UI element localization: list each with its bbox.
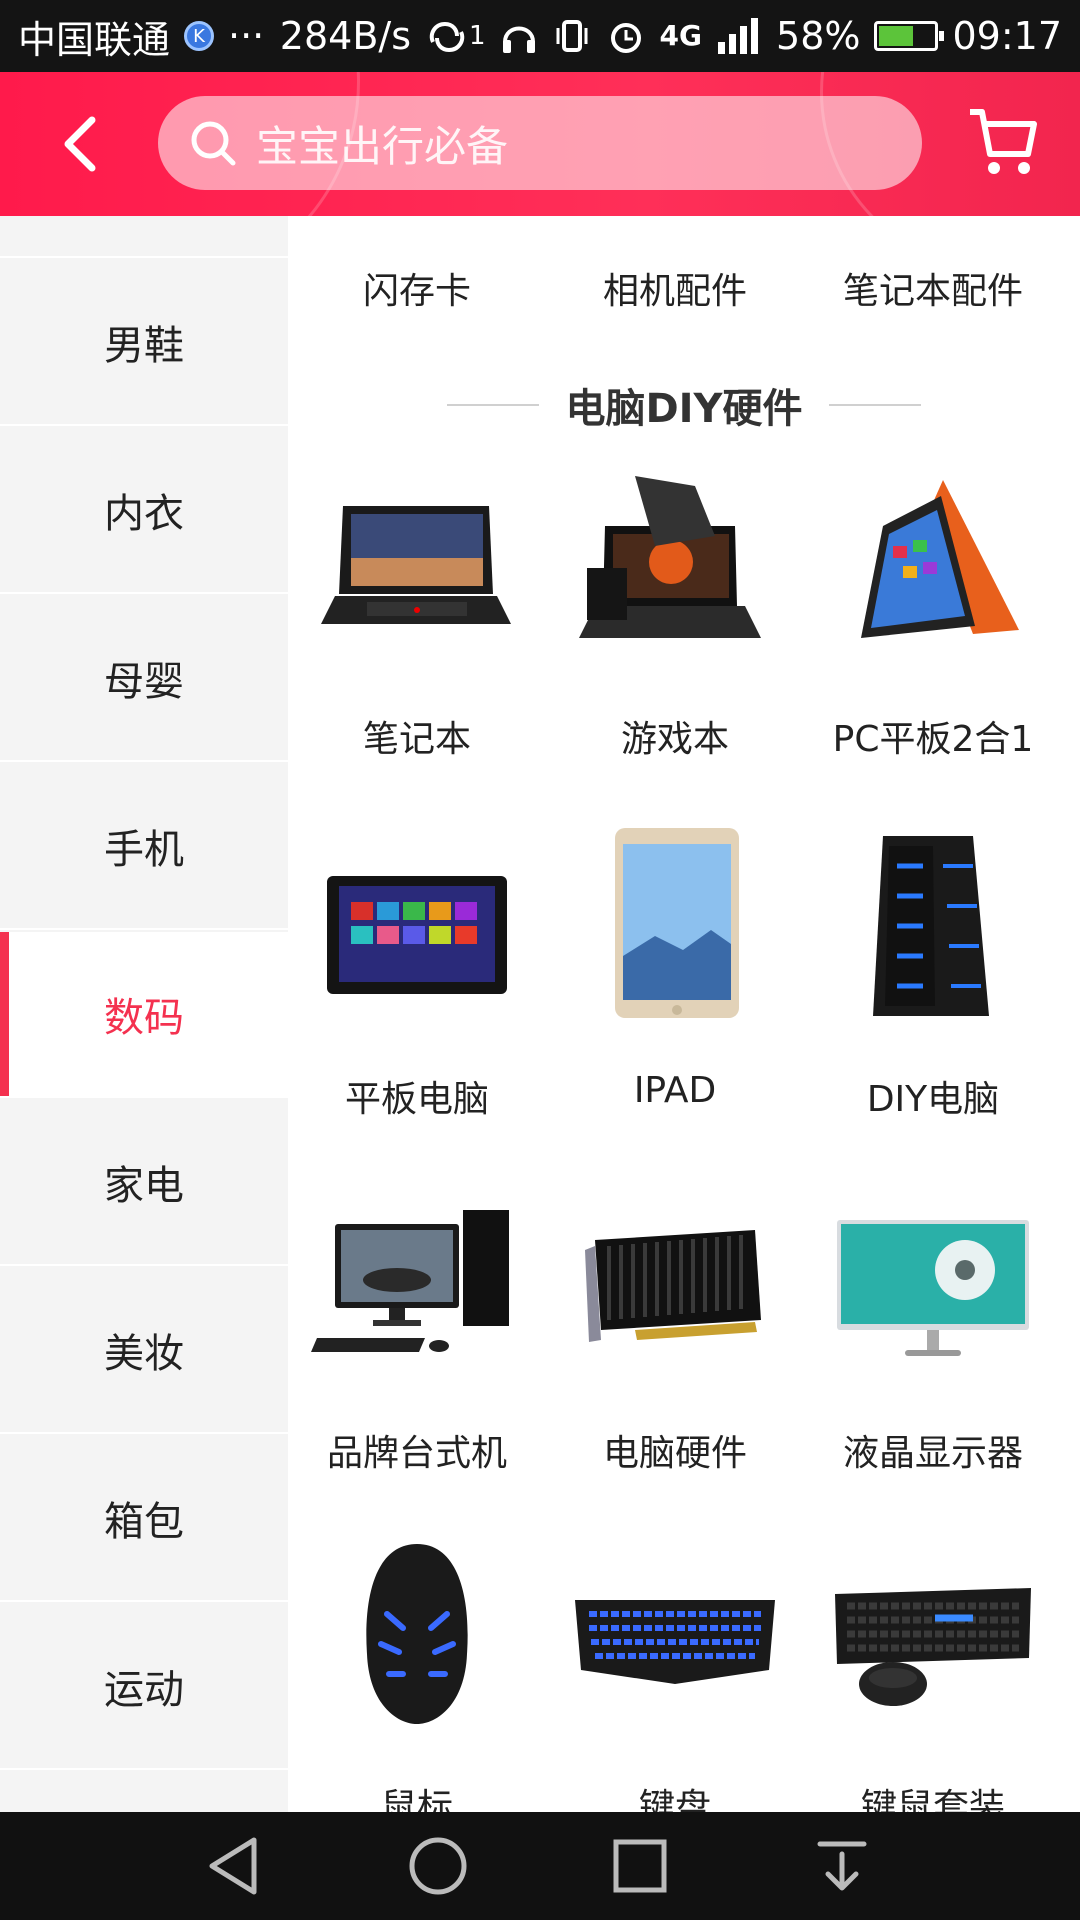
product-pc-tablet-2in1[interactable]: PC平板2合1 (804, 466, 1062, 786)
sidebar-item-baby[interactable]: 母婴 (0, 596, 288, 762)
product-label: 电脑硬件 (602, 1433, 747, 1474)
cart-button[interactable] (966, 102, 1040, 182)
sidebar-item-label: 家电 (104, 1163, 184, 1209)
product-label: 键盘 (638, 1787, 711, 1812)
sidebar-item-label: 箱包 (104, 1499, 184, 1545)
sidebar-item-digital[interactable]: 数码 (0, 932, 288, 1098)
divider (447, 404, 540, 406)
sync-icon: 1 (425, 16, 486, 56)
search-placeholder: 宝宝出行必备 (256, 121, 509, 171)
sidebar-item-beauty[interactable]: 美妆 (0, 1268, 288, 1434)
sidebar-item-label: 手机 (104, 827, 184, 873)
back-arrow-icon (64, 116, 96, 172)
product-ipad[interactable]: IPAD (546, 826, 804, 1146)
vibrate-icon (552, 16, 592, 56)
product-label: DIY电脑 (866, 1079, 1000, 1120)
subcategory-camera-accessories[interactable]: 相机配件 (546, 216, 804, 326)
section-title: 电脑DIY硬件 (565, 386, 803, 432)
gaming-laptop-image (579, 476, 761, 638)
battery-percent: 58% (776, 14, 861, 58)
category-content: 闪存卡 相机配件 笔记本配件 电脑DIY硬件 笔记本 游戏本 PC平板2合1 平… (288, 216, 1080, 1812)
sidebar-item-bags[interactable]: 箱包 (0, 1436, 288, 1602)
category-sidebar: 男鞋 内衣 母婴 手机 数码 家电 美妆 箱包 运动 (0, 216, 288, 1812)
product-label: 笔记本 (362, 719, 471, 760)
sidebar-item-label: 内衣 (104, 491, 184, 537)
product-lcd-monitor[interactable]: 液晶显示器 (804, 1180, 1062, 1500)
product-label: 键鼠套装 (860, 1787, 1005, 1812)
windows-tablet-image (327, 876, 507, 994)
network-speed: 284B/s (279, 14, 411, 58)
headphones-icon (500, 16, 538, 56)
mouse-image (366, 1544, 468, 1724)
keyboard-mouse-set-image (835, 1588, 1031, 1706)
product-diy-pc[interactable]: DIY电脑 (804, 826, 1062, 1146)
battery-icon (874, 21, 945, 51)
monitor-image (837, 1220, 1029, 1356)
sidebar-item-label: 母婴 (104, 659, 184, 705)
top-header: 宝宝出行必备 (0, 72, 1080, 216)
product-keyboard-mouse-set[interactable]: 键鼠套装 (804, 1534, 1062, 1812)
notifications-icon[interactable] (806, 1830, 878, 1902)
sidebar-item-label: 运动 (104, 1667, 184, 1713)
back-icon[interactable] (200, 1830, 272, 1902)
product-label: IPAD (633, 1070, 717, 1111)
sidebar-item-label: 数码 (104, 995, 184, 1041)
product-label: 游戏本 (620, 719, 729, 760)
sidebar-item-label: 美妆 (104, 1331, 184, 1377)
subcategory-flash-card[interactable]: 闪存卡 (288, 216, 546, 326)
search-icon (191, 121, 236, 166)
product-mouse[interactable]: 鼠标 (288, 1534, 546, 1812)
product-pc-hardware[interactable]: 电脑硬件 (546, 1180, 804, 1500)
status-bar: 中国联通 K ··· 284B/s 1 4G 58% 09:17 (0, 0, 1080, 72)
product-label: 液晶显示器 (842, 1433, 1023, 1474)
product-label: 品牌台式机 (326, 1433, 507, 1474)
product-brand-desktop[interactable]: 品牌台式机 (288, 1180, 546, 1500)
sidebar-item-appliances[interactable]: 家电 (0, 1100, 288, 1266)
more-notifications-icon: ··· (228, 14, 265, 58)
sidebar-item-underwear[interactable]: 内衣 (0, 428, 288, 594)
product-label: 平板电脑 (344, 1079, 489, 1120)
network-type: 4G (659, 19, 703, 52)
sidebar-item-partial[interactable] (0, 1772, 288, 1812)
subcategory-laptop-accessories[interactable]: 笔记本配件 (804, 216, 1062, 326)
keyboard-image (575, 1600, 775, 1684)
subcategory-label: 笔记本配件 (842, 271, 1023, 312)
desktop-pc-image (311, 1210, 509, 1352)
back-button[interactable] (52, 112, 112, 176)
sidebar-item-men-shoes[interactable]: 男鞋 (0, 260, 288, 426)
laptop-image (321, 506, 511, 624)
product-tablet[interactable]: 平板电脑 (288, 826, 546, 1146)
subcategory-label: 闪存卡 (362, 271, 471, 312)
app-badge-icon: K (184, 21, 215, 51)
carrier-name: 中国联通 (18, 17, 171, 62)
signal-icon (716, 16, 762, 56)
sidebar-item-label: 男鞋 (104, 323, 184, 369)
pc-case-image (873, 836, 989, 1016)
product-label: PC平板2合1 (832, 719, 1034, 760)
sidebar-item-partial[interactable] (0, 216, 288, 258)
search-input[interactable]: 宝宝出行必备 (158, 96, 922, 190)
home-icon[interactable] (402, 1830, 474, 1902)
system-nav-bar (0, 1812, 1080, 1920)
alarm-icon (606, 16, 646, 56)
convertible-laptop-image (861, 480, 1019, 638)
product-label: 鼠标 (380, 1787, 453, 1812)
product-keyboard[interactable]: 键盘 (546, 1534, 804, 1812)
subcategory-label: 相机配件 (602, 271, 747, 312)
sync-count: 1 (469, 21, 486, 51)
cart-icon (970, 109, 1037, 174)
sidebar-item-phones[interactable]: 手机 (0, 764, 288, 930)
clock: 09:17 (952, 14, 1062, 58)
product-laptop[interactable]: 笔记本 (288, 466, 546, 786)
ipad-image (615, 828, 739, 1018)
graphics-card-image (585, 1230, 761, 1342)
product-gaming-laptop[interactable]: 游戏本 (546, 466, 804, 786)
sidebar-item-sports[interactable]: 运动 (0, 1604, 288, 1770)
recents-icon[interactable] (604, 1830, 676, 1902)
divider (828, 404, 921, 406)
section-header: 电脑DIY硬件 (288, 376, 1080, 434)
